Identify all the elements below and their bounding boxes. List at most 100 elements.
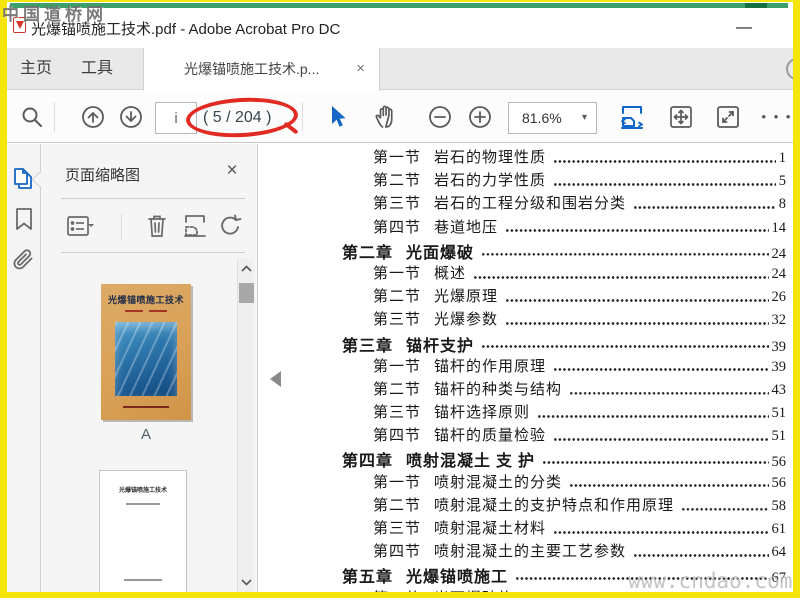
toc-row: 第一节 锚杆的作用原理 39 [259,355,786,378]
toc-row-page: 61 [771,521,787,537]
tab-document-label: 光爆锚喷施工技术.p... [184,61,320,77]
toc-row: 第二节 喷射混凝土的支护特点和作用原理 58 [259,494,786,517]
cover-author-line [125,310,143,312]
tab-document[interactable]: 光爆锚喷施工技术.p... × [143,48,380,91]
toc-row-page: 51 [771,405,787,422]
more-tools-icon[interactable]: • • • [760,100,793,134]
toc-dot-leader [473,274,769,280]
bookmarks-icon[interactable] [11,206,37,232]
hand-tool-icon[interactable] [369,100,403,134]
table-of-contents: 第一节 岩石的物理性质 1 第二节 岩石的力学性质 5 第三节 岩石的工程分级和… [259,146,786,592]
rotate-pages-icon[interactable] [215,210,247,242]
toc-row-label: 第二节 [373,497,422,514]
collapse-panel-icon[interactable] [270,371,281,387]
toc-row-page: 51 [771,428,787,445]
toc-row-title: 光爆原理 [434,289,499,306]
panel-title: 页面缩略图 [65,167,141,184]
toc-row: 第一节 喷射混凝土的分类 56 [259,471,786,494]
toc-row-title: 概述 [434,265,467,282]
toc-dot-leader [542,460,769,466]
cover-publisher-line [123,406,169,408]
tab-tools[interactable]: 工具 [73,48,121,90]
toc-row: 第二节 光爆原理 26 [259,285,786,308]
toc-dot-leader [681,506,769,512]
toc-dot-leader [505,320,769,326]
toc-row-title: 锚杆选择原则 [434,405,531,422]
toc-row-title: 喷射混凝土的支护特点和作用原理 [434,497,675,514]
minimize-button[interactable]: — [729,16,759,40]
zoom-in-button[interactable] [463,100,497,134]
toc-row-page: 24 [771,265,787,282]
document-page: 第一节 岩石的物理性质 1 第二节 岩石的力学性质 5 第三节 岩石的工程分级和… [259,144,793,592]
toc-row: 第三节 岩石的工程分级和围岩分类 8 [259,192,786,215]
toc-row: 第四节 喷射混凝土的主要工艺参数 64 [259,540,786,563]
main-toolbar: ( 5 / 204 ) [7,91,793,143]
scrollbar-thumb[interactable] [239,283,254,303]
toc-row-page: 39 [771,358,787,375]
panel-close-icon[interactable]: × [219,158,245,184]
thumbnails-panel: 页面缩略图 × 光爆锚喷施工技术 A 光爆锚喷施工技术 [40,144,258,592]
zoom-level-dropdown[interactable]: 81.6% ▾ [508,102,597,134]
toc-dot-leader [569,483,769,489]
thumbnail-page-b[interactable]: 光爆锚喷施工技术 [99,470,187,592]
thumbnail-options-icon[interactable] [65,210,97,242]
toc-row-title: 岩石的工程分级和围岩分类 [434,196,627,213]
toc-row-label: 第二节 [373,289,422,306]
toc-row-page: 32 [771,312,787,329]
scroll-down-icon[interactable] [239,575,254,589]
toc-dot-leader [553,158,776,164]
toc-row-label: 第一节 [373,265,422,282]
navigation-rail [7,144,40,592]
toc-row: 第四节 锚杆的质量检验 51 [259,424,786,447]
previous-page-button[interactable] [76,100,110,134]
toc-row-title: 光爆锚喷施工 [406,569,509,587]
toc-row-page: 14 [771,219,787,236]
toolbar-separator [54,102,55,132]
tab-home[interactable]: 主页 [12,48,60,90]
toc-row-label: 第一节 [373,474,422,491]
toc-row-title: 巷道地压 [434,219,499,236]
partial-circle-icon [786,58,793,80]
toc-dot-leader [553,367,769,373]
resize-pages-icon[interactable] [179,210,211,242]
watermark-bottom-right: www.cndao.com [628,569,793,593]
toc-row: 第一节 概述 24 [259,262,786,285]
select-tool-icon[interactable] [321,100,355,134]
panel-toolbar [41,206,259,248]
toc-row-label: 第三章 [342,337,394,355]
toc-row-page: 64 [771,544,787,561]
toc-row-label: 第三节 [373,196,422,213]
zoom-out-button[interactable] [423,100,457,134]
toc-row-label: 第二章 [342,244,394,262]
scroll-up-icon[interactable] [239,262,254,276]
panel-scrollbar[interactable] [237,259,254,592]
toc-row-label: 第一节 [373,150,422,166]
attachments-icon[interactable] [11,248,37,274]
toc-row: 第二章 光面爆破 24 [259,239,786,262]
search-icon[interactable] [15,100,49,134]
toc-row-page: 5 [778,173,786,190]
toc-dot-leader [569,390,769,396]
thumbnail-page-a[interactable]: 光爆锚喷施工技术 [101,284,191,420]
next-page-button[interactable] [114,100,148,134]
toc-row-label: 第四章 [342,453,394,471]
delete-pages-icon[interactable] [141,210,173,242]
toc-row-label: 第四节 [373,544,422,561]
toc-row: 第四节 巷道地压 14 [259,216,786,239]
toc-row-label: 第二节 [373,173,422,190]
tab-close-icon[interactable]: × [356,48,365,90]
toc-row-page: 58 [771,497,787,514]
toc-row-title: 锚杆支护 [406,337,475,355]
cover-title: 光爆锚喷施工技术 [107,295,184,305]
toc-row-label: 第三节 [373,405,422,422]
fit-width-button[interactable] [615,100,649,134]
fullscreen-button[interactable] [711,100,745,134]
toc-dot-leader [633,552,769,558]
toc-row-title: 锚杆的作用原理 [434,358,547,375]
cover-author-line [149,310,167,312]
fit-page-button[interactable] [664,100,698,134]
toc-row-page: 26 [771,289,787,306]
toc-row-title: 锚杆的种类与结构 [434,381,563,398]
toc-row-page: 24 [771,245,787,262]
toc-row: 第一节 岩石的物理性质 1 [259,146,786,169]
